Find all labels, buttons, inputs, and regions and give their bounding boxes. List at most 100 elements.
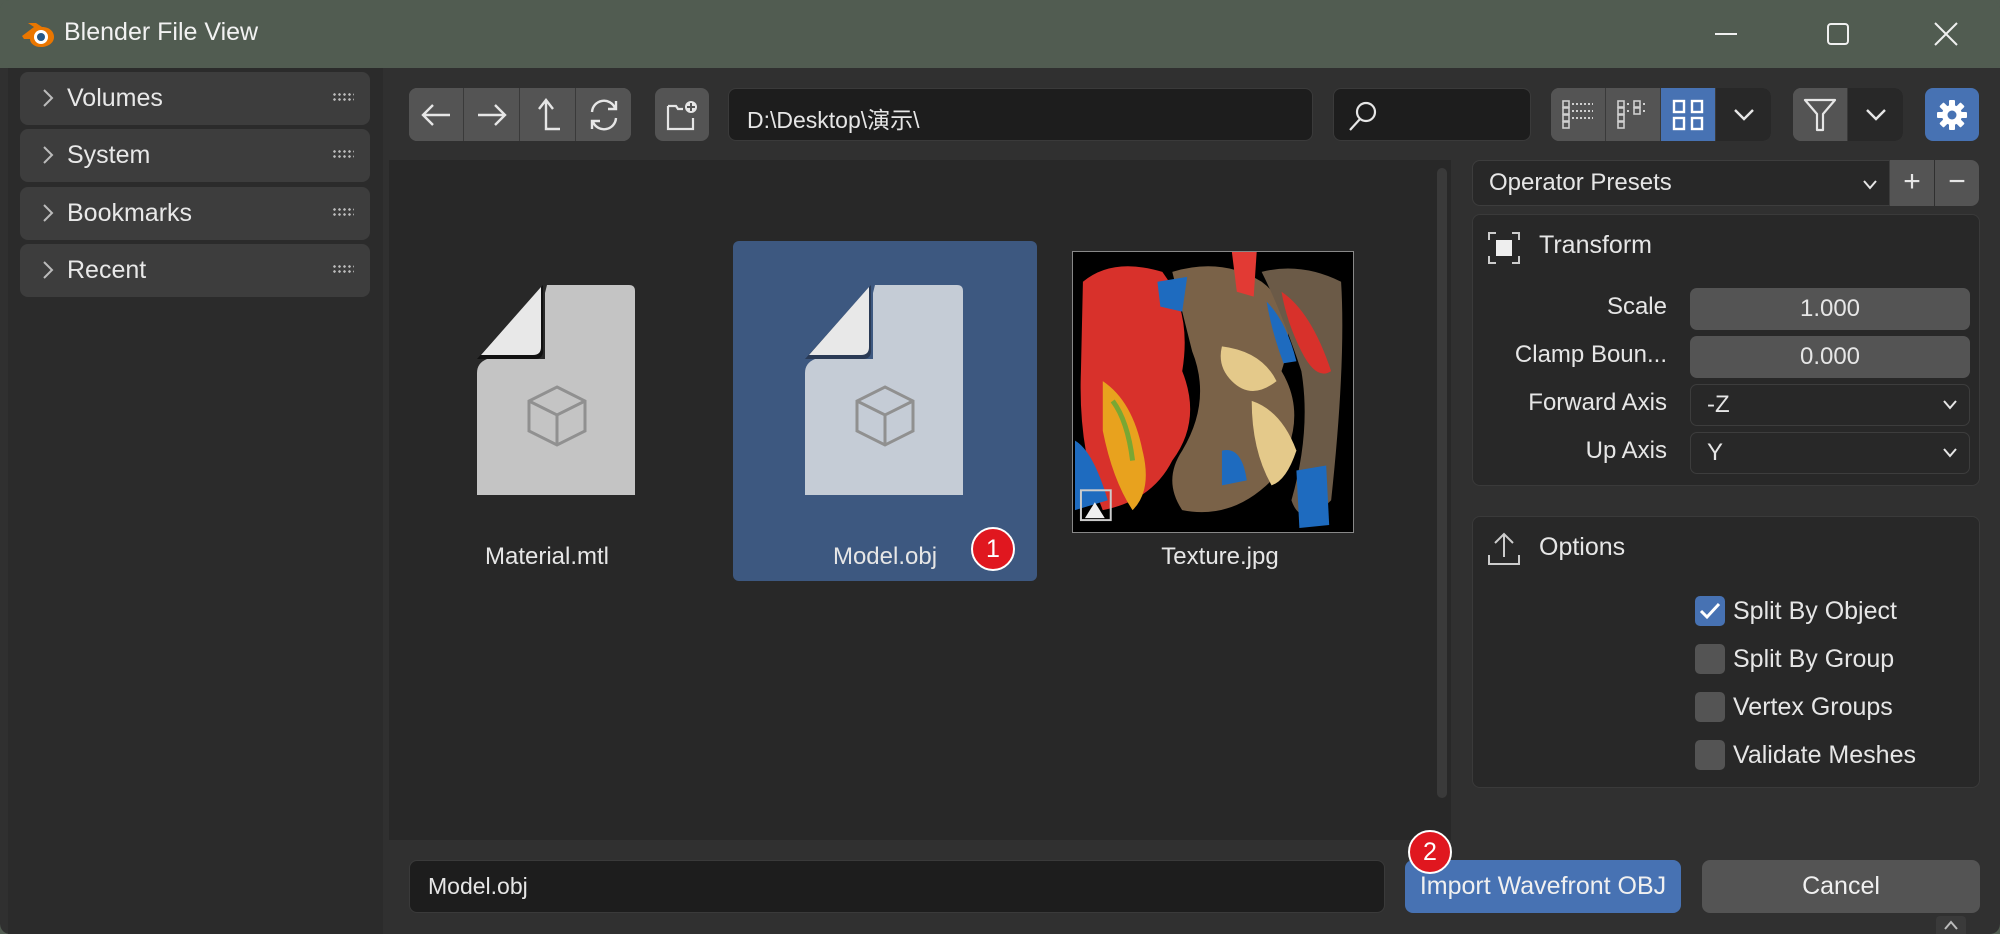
- checkbox-label: Vertex Groups: [1733, 692, 1893, 721]
- vertex-groups-checkbox[interactable]: Vertex Groups: [1695, 691, 1893, 723]
- checkbox-label: Split By Group: [1733, 644, 1895, 673]
- chevron-down-icon: [1943, 400, 1957, 410]
- display-settings-dropdown[interactable]: [1716, 88, 1771, 141]
- texture-thumbnail-image: [1072, 251, 1354, 533]
- chevron-right-icon: [43, 146, 54, 164]
- chevron-up-icon: [1944, 920, 1958, 930]
- blender-file-view-window: Blender File View Volumes System Bookmar…: [0, 0, 2000, 934]
- checkbox-unchecked[interactable]: [1695, 644, 1725, 674]
- filename-value: Model.obj: [428, 873, 528, 899]
- sidebar-item-recent[interactable]: Recent: [20, 244, 370, 297]
- generic-file-icon: [477, 285, 635, 495]
- vertical-list-icon: [1562, 99, 1593, 129]
- back-arrow-icon: [421, 103, 450, 126]
- add-preset-button[interactable]: +: [1890, 160, 1934, 206]
- refresh-icon: [590, 99, 617, 130]
- annotation-badge-2: 2: [1408, 830, 1452, 874]
- drag-handle-icon[interactable]: [332, 264, 354, 274]
- export-upload-icon: [1488, 532, 1520, 565]
- thumbnails-button[interactable]: [1661, 88, 1716, 141]
- settings-button[interactable]: [1925, 88, 1979, 141]
- file-tile-material[interactable]: Material.mtl: [395, 241, 699, 581]
- forward-arrow-icon: [477, 103, 507, 126]
- panel-expand-handle[interactable]: [1936, 916, 1966, 934]
- thumbnails-icon: [1672, 99, 1704, 130]
- horizontal-list-button[interactable]: [1606, 88, 1661, 141]
- checkbox-label: Validate Meshes: [1733, 740, 1916, 769]
- operator-presets-label: Operator Presets: [1489, 169, 1672, 196]
- file-name: Material.mtl: [484, 543, 610, 570]
- horizontal-list-icon: [1617, 99, 1645, 129]
- filter-settings-dropdown[interactable]: [1848, 88, 1903, 141]
- back-button[interactable]: [409, 88, 464, 141]
- new-folder-button-wrap: [655, 88, 709, 141]
- new-folder-button[interactable]: [655, 88, 709, 141]
- options-panel-title[interactable]: Options: [1539, 533, 1625, 562]
- sidebar: Volumes System Bookmarks Recent: [8, 68, 383, 934]
- forward-axis-label: Forward Axis: [1528, 389, 1667, 416]
- vertical-list-button[interactable]: [1551, 88, 1606, 141]
- forward-axis-value: -Z: [1707, 391, 1730, 418]
- gear-icon: [1937, 99, 1967, 130]
- split-by-object-checkbox[interactable]: Split By Object: [1695, 595, 1897, 627]
- sidebar-item-volumes[interactable]: Volumes: [20, 72, 370, 125]
- checkbox-label: Split By Object: [1733, 596, 1897, 625]
- file-tile-texture[interactable]: Texture.jpg: [1068, 241, 1372, 581]
- transform-panel-title[interactable]: Transform: [1539, 231, 1652, 260]
- file-list-scrollbar[interactable]: [1437, 168, 1447, 798]
- sidebar-item-bookmarks[interactable]: Bookmarks: [20, 187, 370, 240]
- minimize-button[interactable]: [1698, 10, 1754, 58]
- filename-input[interactable]: Model.obj: [409, 860, 1385, 913]
- dialog-body: Volumes System Bookmarks Recent D:\Deskt…: [0, 68, 2000, 934]
- refresh-button[interactable]: [576, 88, 631, 141]
- sidebar-item-label: Volumes: [67, 84, 163, 112]
- file-tile-model[interactable]: Model.obj 1: [733, 241, 1037, 581]
- close-button[interactable]: [1918, 10, 1974, 58]
- filter-toggle-button[interactable]: [1793, 88, 1848, 141]
- split-by-group-checkbox[interactable]: Split By Group: [1695, 643, 1894, 675]
- clamp-bounding-box-input[interactable]: 0.000: [1690, 336, 1970, 378]
- chevron-right-icon: [43, 204, 54, 222]
- scale-label: Scale: [1606, 293, 1667, 320]
- forward-axis-dropdown[interactable]: -Z: [1690, 384, 1970, 426]
- operator-presets-dropdown[interactable]: Operator Presets: [1472, 160, 1890, 206]
- drag-handle-icon[interactable]: [332, 92, 354, 102]
- forward-button[interactable]: [464, 88, 520, 141]
- transform-panel: Transform Scale 1.000 Clamp Boun... 0.00…: [1472, 214, 1980, 486]
- remove-preset-button[interactable]: −: [1935, 160, 1979, 206]
- chevron-down-icon: [1863, 180, 1877, 190]
- search-input[interactable]: [1333, 88, 1531, 141]
- checkbox-unchecked[interactable]: [1695, 692, 1725, 722]
- window-title: Blender File View: [64, 18, 259, 46]
- chevron-down-icon: [1733, 108, 1754, 121]
- validate-meshes-checkbox[interactable]: Validate Meshes: [1695, 739, 1916, 771]
- parent-directory-button[interactable]: [520, 88, 576, 141]
- operator-panel: Operator Presets + − Transform Scale 1.0…: [1462, 160, 2000, 840]
- options-panel: Options Split By Object Split By Group V…: [1472, 516, 1980, 788]
- filter-group: [1793, 88, 1903, 141]
- clamp-bounding-box-label: Clamp Boun...: [1514, 341, 1667, 368]
- checkbox-checked[interactable]: [1695, 596, 1725, 626]
- up-axis-dropdown[interactable]: Y: [1690, 432, 1970, 474]
- sidebar-item-label: Bookmarks: [67, 199, 193, 227]
- maximize-icon: [1827, 23, 1849, 45]
- drag-handle-icon[interactable]: [332, 207, 354, 217]
- display-mode-group: [1551, 88, 1771, 141]
- blender-logo-icon: [22, 23, 54, 47]
- up-axis-label: Up Axis: [1585, 437, 1667, 464]
- maximize-button[interactable]: [1810, 10, 1866, 58]
- checkmark-icon: [1699, 602, 1721, 620]
- file-name: Texture.jpg: [1161, 543, 1279, 570]
- import-wavefront-obj-button[interactable]: Import Wavefront OBJ: [1405, 860, 1681, 913]
- new-folder-icon: [666, 100, 697, 130]
- drag-handle-icon[interactable]: [332, 149, 354, 159]
- cancel-button[interactable]: Cancel: [1702, 860, 1980, 913]
- annotation-badge-1: 1: [971, 527, 1015, 571]
- minimize-icon: [1715, 33, 1737, 35]
- sidebar-item-system[interactable]: System: [20, 129, 370, 182]
- filter-icon: [1803, 98, 1837, 131]
- directory-path-input[interactable]: D:\Desktop\演示\: [728, 88, 1313, 141]
- checkbox-unchecked[interactable]: [1695, 740, 1725, 770]
- scale-input[interactable]: 1.000: [1690, 288, 1970, 330]
- close-icon: [1934, 22, 1958, 46]
